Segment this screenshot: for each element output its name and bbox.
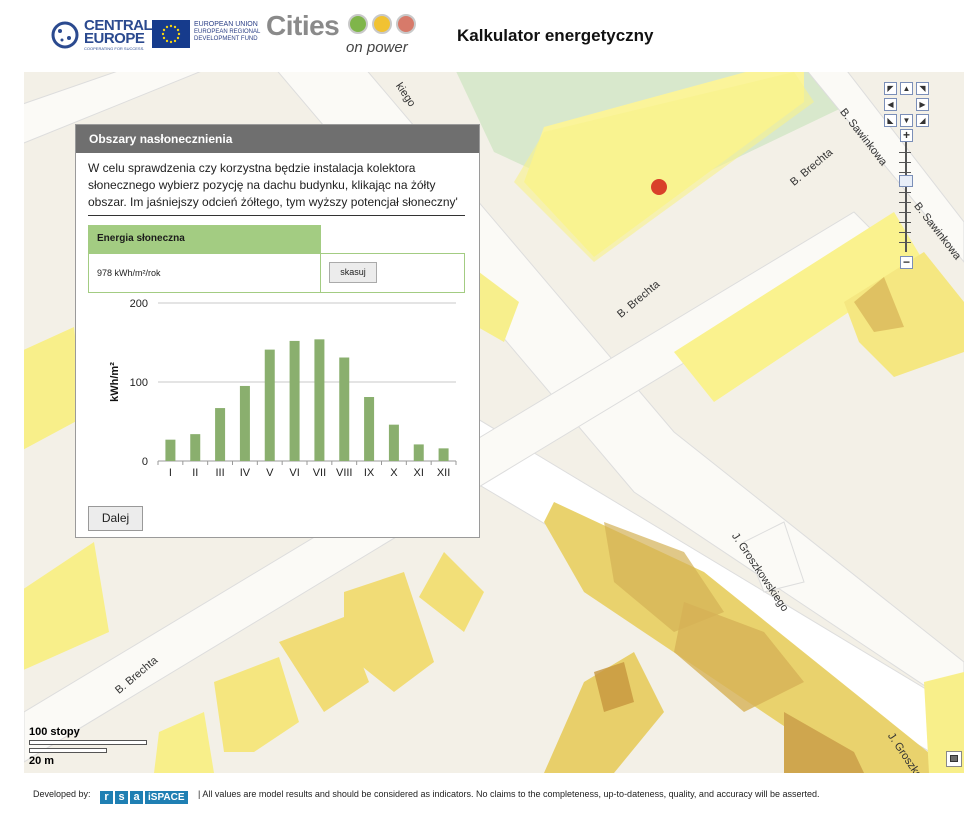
- zoom-slider-handle[interactable]: [899, 175, 913, 187]
- sun-circle-icon: [372, 14, 392, 34]
- location-marker[interactable]: [650, 178, 668, 196]
- pan-zoom-control: ◤ ▲ ◥ ◀ ▶ ◣ ▼ ◢ + −: [884, 82, 930, 272]
- central-europe-tagline: COOPERATING FOR SUCCESS.: [84, 46, 145, 51]
- x-tick-label-XI: XI: [414, 467, 424, 479]
- pan-down-button[interactable]: ▼: [900, 114, 913, 127]
- central-europe-line2: EUROPE: [84, 30, 145, 47]
- x-tick-label-VIII: VIII: [336, 467, 353, 479]
- header: CENTRAL EUROPE COOPERATING FOR SUCCESS. …: [0, 0, 977, 72]
- house-circle-icon: [396, 14, 416, 34]
- zoom-tick: [899, 212, 911, 213]
- rsa-letter-r: r: [100, 791, 113, 804]
- monthly-energy-chart: 0100200kWh/m²I II III IV V VI VII VIII IX X XI XII: [109, 298, 457, 479]
- panel-divider: [88, 215, 465, 216]
- x-tick-label-XII: XII: [437, 467, 450, 479]
- zoom-tick: [899, 162, 911, 163]
- next-button[interactable]: Dalej: [88, 506, 143, 531]
- eu-line3: DEVELOPMENT FUND: [194, 36, 258, 42]
- eu-flag-icon: [152, 20, 190, 48]
- scale-line-feet: [29, 740, 147, 745]
- zoom-out-button[interactable]: −: [900, 256, 913, 269]
- panel-description: W celu sprawdzenia czy korzystna będzie …: [88, 161, 458, 209]
- scale-line-meters: [29, 748, 107, 753]
- pan-left-button[interactable]: ◀: [884, 98, 897, 111]
- x-tick-label-VI: VI: [289, 467, 299, 479]
- eu-text: EUROPEAN UNION EUROPEAN REGIONAL DEVELOP…: [194, 21, 260, 44]
- y-tick-label: 200: [130, 298, 148, 310]
- rsa-letter-s: s: [115, 791, 128, 804]
- pan-up-right-button[interactable]: ◥: [916, 82, 929, 95]
- zoom-tick: [899, 192, 911, 193]
- cities-on-power-logo: Cities on power: [266, 10, 426, 58]
- bar-VIII: [339, 357, 350, 461]
- zoom-tick: [899, 242, 911, 243]
- footer: Developed by: r s a iSPACE | All values are…: [0, 773, 977, 813]
- pan-right-button[interactable]: ▶: [916, 98, 929, 111]
- panel-title: Obszary nasłonecznienia: [76, 125, 479, 153]
- solar-energy-table: Energia słoneczna 978 kWh/m²/rok skasuj: [88, 225, 465, 293]
- central-europe-emblem-icon: [51, 21, 79, 49]
- bar-XII: [438, 448, 449, 461]
- zoom-tick: [899, 152, 911, 153]
- rsa-letter-a: a: [130, 791, 143, 804]
- bar-V: [264, 349, 275, 461]
- solar-energy-value: 978 kWh/m²/rok: [97, 268, 161, 278]
- zoom-tick: [899, 202, 911, 203]
- bar-VII: [314, 339, 325, 461]
- y-tick-label: 100: [130, 377, 148, 389]
- x-tick-label-I: I: [169, 467, 172, 479]
- zoom-tick: [899, 232, 911, 233]
- page-title: Kalkulator energetyczny: [457, 26, 654, 45]
- bar-VI: [289, 340, 300, 461]
- zoom-tick: [899, 222, 911, 223]
- cities-word: Cities: [266, 10, 340, 41]
- rsa-ispace-word: iSPACE: [145, 791, 188, 804]
- bar-II: [190, 434, 201, 461]
- x-tick-label-IV: IV: [240, 467, 251, 479]
- disclaimer-text: | All values are model results and shoul…: [198, 789, 820, 799]
- table-cell-divider: [320, 254, 321, 292]
- zoom-in-button[interactable]: +: [900, 129, 913, 142]
- eu-line1: EUROPEAN UNION: [194, 21, 258, 28]
- solar-areas-panel: Obszary nasłonecznienia W celu sprawdzen…: [75, 124, 480, 538]
- eu-line2: EUROPEAN REGIONAL: [194, 28, 261, 35]
- eu-logo: EUROPEAN UNION EUROPEAN REGIONAL DEVELOP…: [152, 20, 260, 50]
- rsa-ispace-logo[interactable]: r s a iSPACE: [100, 787, 188, 804]
- y-axis-label: kWh/m²: [109, 362, 121, 402]
- pan-up-left-button[interactable]: ◤: [884, 82, 897, 95]
- x-tick-label-III: III: [215, 467, 224, 479]
- central-europe-logo: CENTRAL EUROPE COOPERATING FOR SUCCESS.: [50, 18, 153, 52]
- leaf-circle-icon: [348, 14, 368, 34]
- x-tick-label-VII: VII: [313, 467, 326, 479]
- bar-I: [165, 439, 176, 461]
- layer-switcher-icon[interactable]: [946, 751, 962, 767]
- scale-label-meters: 20 m: [29, 755, 55, 767]
- bar-IV: [239, 385, 250, 461]
- pan-up-button[interactable]: ▲: [900, 82, 913, 95]
- pan-down-right-button[interactable]: ◢: [916, 114, 929, 127]
- x-tick-label-IX: IX: [364, 467, 375, 479]
- developed-by-label: Developed by:: [33, 789, 91, 799]
- cancel-button[interactable]: skasuj: [329, 262, 377, 283]
- pan-down-left-button[interactable]: ◣: [884, 114, 897, 127]
- bar-XI: [413, 444, 424, 461]
- scale-label-feet: 100 stopy: [29, 726, 80, 738]
- solar-energy-header: Energia słoneczna: [88, 225, 321, 253]
- bar-III: [215, 408, 226, 461]
- zoom-slider-track[interactable]: [905, 142, 907, 252]
- x-tick-label-V: V: [266, 467, 274, 479]
- solar-energy-row: 978 kWh/m²/rok skasuj: [88, 253, 465, 293]
- y-tick-label: 0: [142, 456, 148, 468]
- x-tick-label-II: II: [192, 467, 198, 479]
- x-tick-label-X: X: [390, 467, 398, 479]
- bar-X: [388, 424, 399, 461]
- bar-IX: [364, 397, 375, 461]
- zoom-tick: [899, 172, 911, 173]
- cities-subtitle: on power: [346, 39, 408, 56]
